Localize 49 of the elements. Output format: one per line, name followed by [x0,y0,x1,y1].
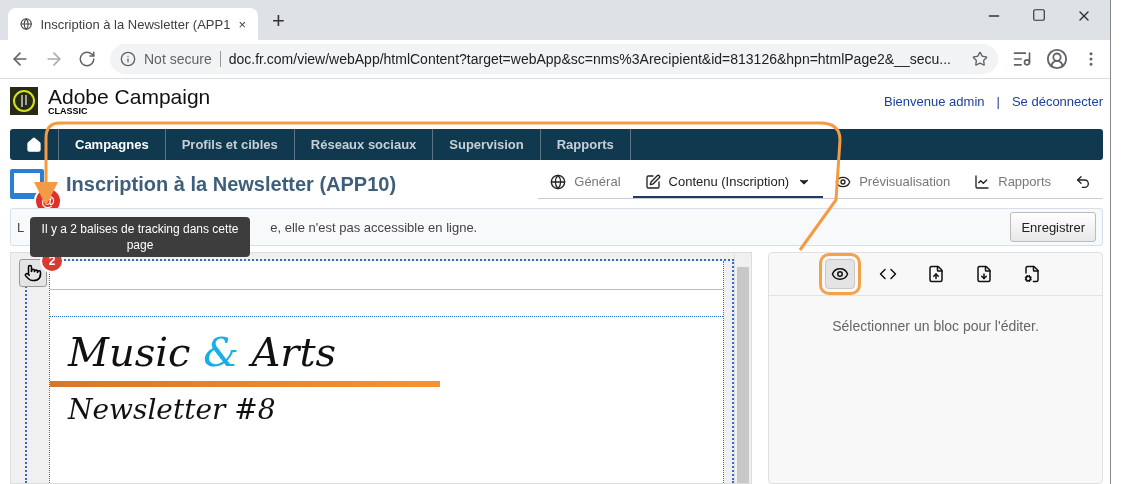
tracking-button[interactable] [19,259,47,287]
scrollbar[interactable] [734,253,751,483]
chart-icon [974,173,991,190]
tab-close-button[interactable]: × [238,16,246,32]
eye-icon [830,265,849,283]
brand-logo [10,87,38,115]
panel-hint: Sélectionner un bloc pour l'éditer. [831,318,1040,334]
home-icon [26,136,42,153]
globe-icon [550,173,567,190]
view-tab[interactable]: Général [538,169,633,198]
logout-link[interactable]: Se déconnecter [1011,93,1103,109]
browser-tab[interactable]: Inscription à la Newsletter (APP1 × [8,8,258,40]
newsletter-subtitle: Newsletter #8 [66,392,277,426]
star-icon[interactable] [972,51,988,67]
reload-icon[interactable] [78,50,96,68]
tooltip: Il y a 2 balises de tracking dans cette page [30,217,250,258]
nav-tab[interactable]: Campagnes [59,129,166,160]
welcome-link[interactable]: Bienvenue admin [884,93,985,109]
save-button[interactable]: Enregistrer [1010,212,1096,242]
message-text: L [17,219,25,235]
message-text: e, elle n'est pas accessible en ligne. [270,219,478,235]
url-text: doc.fr.com/view/webApp/htmlContent?target=webApp&sc=nms%3Arecipient&id=813126&hpn=htmlPage2&__secu... [228,51,952,67]
media-icon[interactable] [1012,49,1032,69]
page-title: Inscription à la Newsletter (APP10) [66,172,397,196]
brand-edition: CLASSIC [48,107,89,116]
nav-tab[interactable]: Réseaux sociaux [294,129,434,160]
view-tab[interactable]: Prévisualisation [823,169,963,198]
nav-tab[interactable]: Rapports [540,129,631,160]
brand-name: Adobe Campaign [48,86,211,107]
globe-icon [20,16,33,32]
tab-title: Inscription à la Newsletter (APP1 [40,16,231,32]
file-save-icon [974,265,993,283]
file-upload-icon [926,265,945,283]
info-icon [120,51,136,67]
security-label: Not secure [144,51,221,67]
newsletter-title: Music & Arts [66,328,338,375]
edit-icon [644,173,661,190]
file-gear-icon [1022,265,1041,283]
view-tab[interactable]: Rapports [962,169,1063,198]
back-arrow-icon[interactable] [1075,173,1091,190]
new-tab-button[interactable]: + [272,8,285,34]
maximize-icon[interactable] [1032,8,1046,22]
hand-pointer-icon [24,264,42,282]
nav-tab[interactable]: Profils et cibles [165,129,295,160]
nav-tab[interactable]: Supervision [433,129,541,160]
view-tab[interactable]: Contenu (Inscription) [632,169,824,198]
profile-icon[interactable] [1046,48,1068,70]
link-separator: | [996,93,1000,109]
address-bar[interactable]: Not secure doc.fr.com/view/webApp/htmlContent?target=webApp&sc=nms%3Arecipient&id=813126&hpn=htmlPage2&__secu... [110,44,998,74]
